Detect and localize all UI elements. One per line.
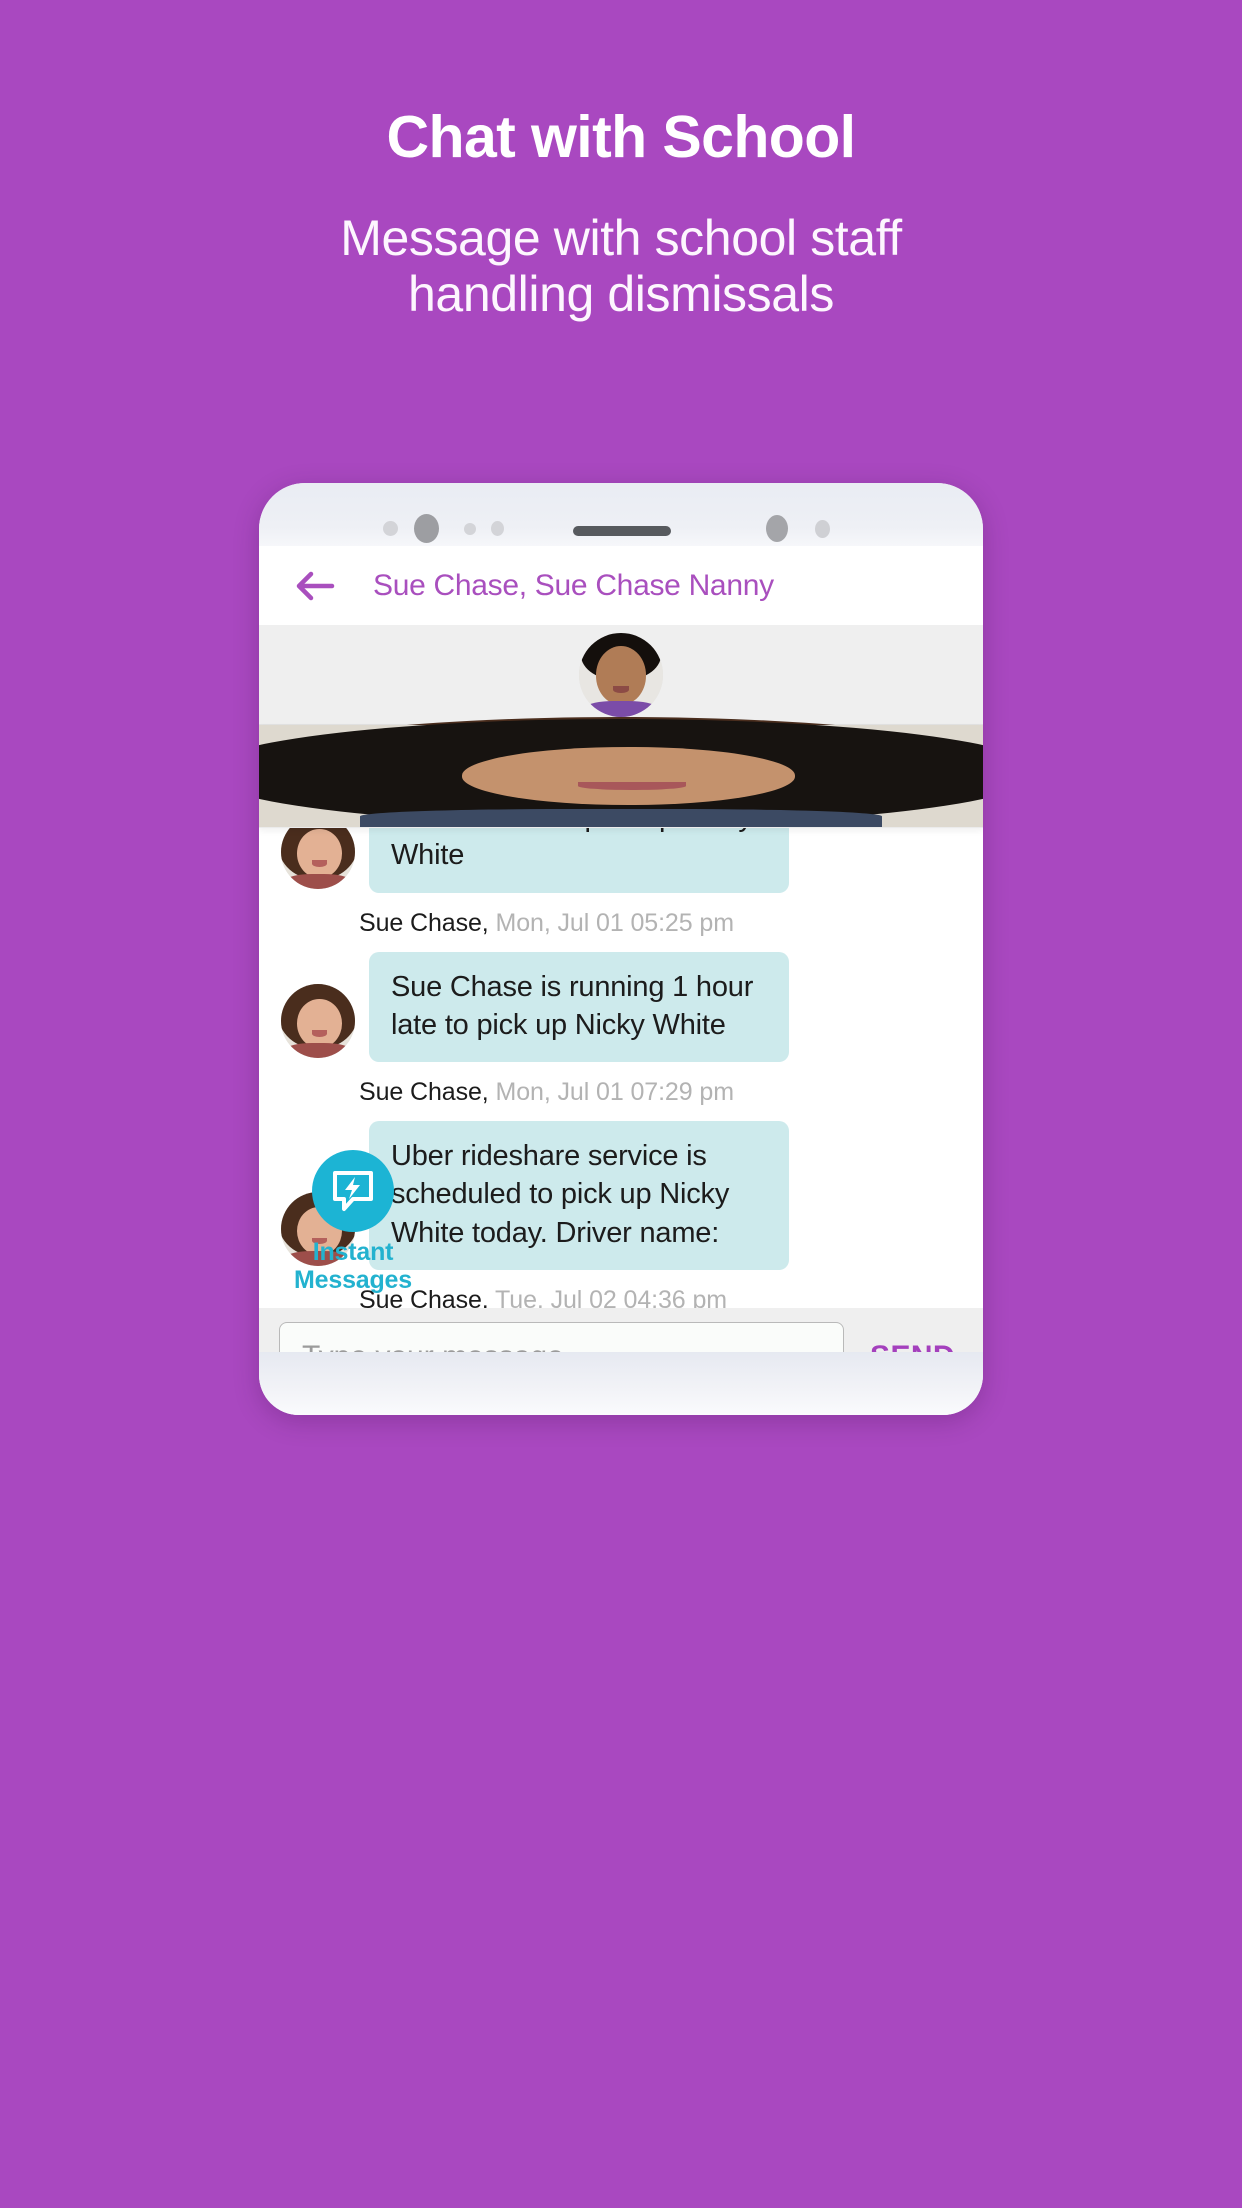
promo-text-block: Chat with School Message with school sta… <box>0 0 1242 322</box>
promo-subtitle-line-2: handling dismissals <box>408 266 834 323</box>
arrow-left-icon <box>296 571 335 600</box>
child-header-strip[interactable] <box>259 625 983 725</box>
chat-bolt-glyph <box>333 1171 373 1211</box>
phone-bottom-bezel <box>259 1352 983 1415</box>
promo-subtitle: Message with school staff handling dismi… <box>0 210 1242 322</box>
conversation-list[interactable]: minutes late to pick up Nicky White Sue … <box>259 828 983 1308</box>
avatar-image <box>579 632 663 717</box>
message-sender-name: Sue Chase, <box>359 908 489 937</box>
message-row[interactable]: Sue Chase is running 1 hour late to pick… <box>281 951 957 1063</box>
message-composer: SEND <box>259 1308 983 1352</box>
earpiece-speaker-icon <box>573 526 671 536</box>
message-meta: Sue Chase, Mon, Jul 01 05:25 pm <box>359 909 957 938</box>
message-input[interactable] <box>279 1322 845 1352</box>
phone-mockup: Sue Chase, Sue Chase Nanny White Sue Cha… <box>259 483 983 1415</box>
message-meta: Sue Chase, Tue, Jul 02 04:36 pm <box>359 1286 957 1308</box>
message-timestamp: Mon, Jul 01 05:25 pm <box>495 908 735 937</box>
back-button[interactable] <box>293 564 337 608</box>
sensor-dot-icon <box>383 521 398 536</box>
send-button[interactable]: SEND <box>844 1340 961 1352</box>
sensor-dot-icon <box>766 515 788 542</box>
instant-messages-label: Instant Messages <box>293 1238 413 1294</box>
message-bubble: Uber rideshare service is scheduled to p… <box>369 1121 789 1270</box>
sensor-dot-icon <box>464 523 476 535</box>
instant-messages-label-line-2: Messages <box>294 1266 412 1294</box>
message-sender-name: Sue Chase, <box>359 1078 489 1107</box>
message-bubble: minutes late to pick up Nicky White <box>369 828 789 893</box>
instant-messages-label-line-1: Instant <box>312 1238 394 1266</box>
avatar-image <box>259 718 983 827</box>
front-camera-icon <box>414 514 439 543</box>
child-avatar[interactable] <box>579 632 663 717</box>
phone-sensor-bar <box>259 483 983 546</box>
phone-screen: Sue Chase, Sue Chase Nanny White Sue Cha… <box>259 546 983 1352</box>
sensor-dot-icon <box>815 520 830 538</box>
chat-title: Sue Chase, Sue Chase Nanny <box>373 568 774 602</box>
sensor-dot-icon <box>491 521 504 536</box>
app-header: Sue Chase, Sue Chase Nanny <box>259 546 983 625</box>
sender-avatar <box>281 984 355 1059</box>
participants-strip[interactable]: › <box>259 716 983 828</box>
participant-avatar[interactable] <box>259 718 983 827</box>
promo-subtitle-line-1: Message with school staff <box>340 210 902 267</box>
sender-avatar <box>281 828 355 889</box>
instant-messages-badge[interactable]: Instant Messages <box>293 1150 413 1294</box>
message-meta: Sue Chase, Mon, Jul 01 07:29 pm <box>359 1078 957 1107</box>
message-bubble: Sue Chase is running 1 hour late to pick… <box>369 951 789 1063</box>
message-timestamp: Tue, Jul 02 04:36 pm <box>495 1285 727 1308</box>
message-timestamp: Mon, Jul 01 07:29 pm <box>495 1078 735 1107</box>
message-row[interactable]: minutes late to pick up Nicky White <box>281 828 957 893</box>
instant-message-bolt-icon <box>312 1150 394 1232</box>
promo-title: Chat with School <box>386 104 857 170</box>
